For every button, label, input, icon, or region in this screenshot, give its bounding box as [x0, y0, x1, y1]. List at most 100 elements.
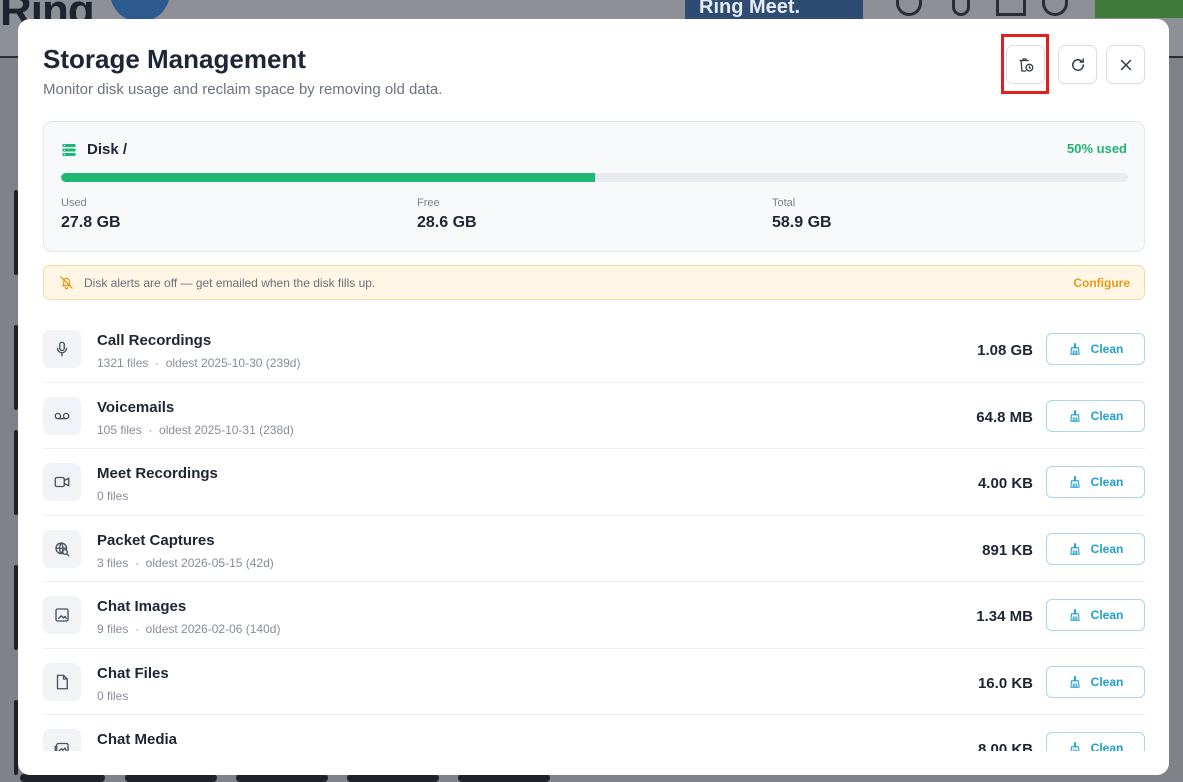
category-meta: 9 files · oldest 2026-02-06 (140d)	[97, 622, 281, 636]
video-camera-icon	[54, 476, 70, 488]
background-card	[236, 774, 328, 782]
broom-icon	[1070, 476, 1080, 488]
stat-total: Total 58.9 GB	[772, 197, 832, 232]
list-item: Call Recordings 1321 files · oldest 2025…	[43, 316, 1145, 383]
category-icon-box	[43, 596, 81, 634]
category-icon-box	[43, 396, 81, 435]
category-size: 8.00 KB	[977, 741, 1033, 751]
clean-button-label: Clean	[1090, 408, 1124, 423]
close-icon	[1120, 59, 1131, 70]
category-name: Call Recordings	[97, 332, 212, 349]
clean-button-label: Clean	[1090, 475, 1124, 489]
category-meta: 0 files	[97, 688, 129, 703]
background-monitor-icon	[996, 0, 1026, 16]
stat-label: Free	[417, 197, 440, 209]
category-meta: 3 files · oldest 2026-05-15 (42d)	[97, 555, 274, 570]
clean-button[interactable]: Clean	[1046, 466, 1145, 498]
clean-button-label: Clean	[1090, 342, 1124, 356]
background-card	[458, 774, 550, 782]
category-size: 16.0 KB	[977, 674, 1033, 692]
background-card	[125, 774, 217, 782]
configure-link[interactable]: Configure	[1073, 276, 1130, 290]
category-name: Chat Files	[97, 664, 169, 682]
category-icon-box	[43, 463, 81, 501]
clean-button-label: Clean	[1090, 741, 1124, 751]
microphone-icon	[56, 341, 68, 357]
stat-free: Free 28.6 GB	[417, 197, 477, 232]
category-name: Meet Recordings	[97, 465, 218, 482]
background-user-icon	[952, 0, 970, 16]
close-button[interactable]	[1106, 45, 1145, 84]
disk-used-percent: 50% used	[1067, 141, 1127, 156]
refresh-icon	[1071, 57, 1084, 71]
category-icon-box	[43, 330, 81, 368]
stat-value: 27.8 GB	[61, 214, 121, 231]
stat-used: Used 27.8 GB	[61, 197, 121, 232]
modal-title: Storage Management	[43, 44, 306, 74]
modal-subtitle: Monitor disk usage and reclaim space by …	[43, 81, 443, 98]
list-item: Meet Recordings 0 files 4.00 KB Clean	[43, 449, 1145, 516]
background-card	[347, 774, 439, 782]
storage-management-modal: Storage Management Monitor disk usage an…	[18, 19, 1169, 775]
disk-header: Disk /	[61, 141, 127, 158]
stat-label: Used	[61, 197, 87, 209]
background-refresh-icon	[896, 0, 922, 16]
category-name: Packet Captures	[97, 531, 215, 549]
broom-icon	[1070, 609, 1080, 621]
storage-category-list: Call Recordings 1321 files · oldest 2025…	[43, 316, 1145, 751]
clean-button[interactable]: Clean	[1046, 732, 1145, 751]
clean-button[interactable]: Clean	[1046, 665, 1145, 698]
list-item: Chat Images 9 files · oldest 2026-02-06 …	[43, 582, 1145, 649]
bell-off-icon	[60, 276, 73, 290]
broom-icon	[1070, 343, 1080, 355]
broom-icon	[1070, 542, 1080, 555]
clean-button-label: Clean	[1090, 541, 1124, 556]
highlight-box	[1001, 34, 1049, 94]
category-meta: 1321 files · oldest 2025-10-30 (239d)	[97, 356, 301, 370]
network-search-icon	[55, 541, 70, 556]
disk-label: Disk /	[87, 141, 128, 158]
list-item: Voicemails 105 files · oldest 2025-10-31…	[43, 383, 1145, 449]
background-status-panel	[1095, 0, 1183, 18]
category-icon-box	[43, 529, 81, 568]
category-icon-box	[43, 729, 81, 751]
broom-icon	[1070, 675, 1080, 688]
category-size: 891 KB	[982, 541, 1033, 559]
list-item: Chat Media 8.00 KB Clean	[43, 715, 1145, 751]
file-icon	[56, 674, 68, 689]
category-size: 64.8 MB	[976, 408, 1033, 426]
category-name: Chat Images	[97, 598, 187, 615]
stat-value: 28.6 GB	[417, 214, 477, 231]
broom-icon	[1070, 409, 1080, 422]
stat-label: Total	[772, 197, 796, 209]
category-meta: 0 files	[97, 489, 129, 503]
clean-button[interactable]: Clean	[1046, 333, 1145, 365]
disk-usage-bar-fill	[61, 173, 595, 182]
category-name: Chat Media	[97, 731, 178, 748]
category-icon-box	[43, 662, 81, 701]
clean-button[interactable]: Clean	[1046, 532, 1145, 565]
image-icon	[55, 608, 69, 622]
category-size: 1.34 MB	[976, 608, 1033, 625]
voicemail-icon	[54, 412, 70, 419]
disk-usage-bar	[61, 173, 1128, 182]
background-card	[20, 774, 105, 782]
refresh-button[interactable]	[1058, 45, 1097, 84]
clean-button[interactable]: Clean	[1046, 599, 1145, 631]
storage-icon	[62, 143, 76, 156]
alert-text: Disk alerts are off — get emailed when t…	[84, 275, 376, 290]
category-name: Voicemails	[97, 398, 175, 416]
media-folder-icon	[54, 742, 69, 751]
clean-button-label: Clean	[1090, 608, 1124, 622]
list-item: Chat Files 0 files 16.0 KB Clean	[43, 649, 1145, 715]
list-item: Packet Captures 3 files · oldest 2026-05…	[43, 516, 1145, 582]
category-meta: 105 files · oldest 2025-10-31 (238d)	[97, 422, 294, 437]
disk-alert-banner: Disk alerts are off — get emailed when t…	[43, 265, 1145, 300]
clean-button[interactable]: Clean	[1046, 399, 1145, 432]
stat-value: 58.9 GB	[772, 214, 832, 231]
clean-button-label: Clean	[1090, 674, 1124, 689]
background-globe-icon	[1042, 0, 1068, 16]
broom-icon	[1070, 742, 1080, 751]
category-size: 1.08 GB	[977, 342, 1033, 359]
category-size: 4.00 KB	[977, 475, 1033, 492]
